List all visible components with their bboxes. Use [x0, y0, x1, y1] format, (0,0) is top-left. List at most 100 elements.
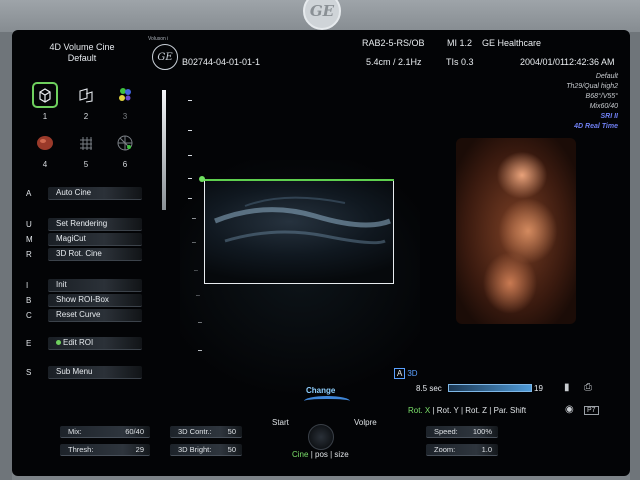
change-label: Change [306, 386, 336, 395]
show-roi-box-button[interactable]: Show ROI-Box [48, 294, 142, 307]
printer-icon: ⎙ [584, 382, 592, 393]
date-label: 2004/01/01 [520, 57, 566, 67]
auto-cine-button[interactable]: Auto Cine [48, 187, 142, 200]
render-icon[interactable] [32, 130, 58, 156]
color-balls-icon[interactable] [112, 82, 138, 108]
acquisition-params: Default Th29/Qual high2 B68°/V55° Mix60/… [566, 72, 618, 132]
mi-value: MI 1.2 [447, 38, 473, 48]
volpre-label[interactable]: Volpre [354, 418, 377, 427]
render-start-handle[interactable] [199, 176, 205, 182]
3d-contrast-label: 3D Contr.: [178, 427, 212, 436]
menu-key-u: U [26, 220, 32, 229]
manufacturer-label: GE Healthcare [482, 38, 542, 48]
time-label: 12:42:36 AM [564, 57, 615, 67]
ultrasound-screen: 4D Volume Cine Default Voluson i GE B027… [12, 30, 630, 476]
icon-num-6: 6 [122, 160, 128, 169]
render-direction-line[interactable] [202, 179, 394, 181]
magicut-button[interactable]: MagiCut [48, 233, 142, 246]
speed-control[interactable]: Speed: 100% [426, 426, 498, 438]
voluson-logo: Voluson i GE [148, 36, 182, 70]
cine-progress-bar[interactable] [448, 384, 532, 392]
menu-key-m: M [26, 235, 33, 244]
param-angles: B68°/V55° [585, 93, 618, 100]
depth-tick [188, 155, 192, 156]
menu-key-c: C [26, 311, 32, 320]
probe-icon: ▮ [564, 382, 570, 393]
3d-brightness-label: 3D Bright: [178, 445, 212, 454]
cube-icon[interactable] [32, 82, 58, 108]
3d-brightness-control[interactable]: 3D Bright: 50 [170, 444, 242, 456]
icon-num-2: 2 [83, 112, 89, 121]
rotation-row: Rot. X | Rot. Y | Rot. Z | Par. Shift [408, 406, 526, 415]
view-toggle-3d[interactable]: 3D [405, 369, 419, 378]
speed-label: Speed: [434, 427, 458, 436]
grid-icon[interactable] [73, 130, 99, 156]
menu-key-i: I [26, 281, 29, 290]
depth-frequency: 5.4cm / 2.1Hz [366, 57, 422, 67]
zoom-control[interactable]: Zoom: 1.0 [426, 444, 498, 456]
cine-mode-label[interactable]: Cine [292, 450, 308, 459]
thresh-label: Thresh: [68, 445, 94, 454]
thresh-value: 29 [135, 445, 144, 454]
mode-title-line1: 4D Volume Cine [49, 42, 115, 52]
tis-value: TIs 0.3 [446, 57, 474, 67]
zoom-value: 1.0 [481, 445, 492, 454]
change-arc-icon[interactable] [304, 396, 350, 406]
view-toggle-a[interactable]: A [394, 368, 406, 379]
globe-grid-icon[interactable] [112, 130, 138, 156]
mix-label: Mix: [68, 427, 82, 436]
probe-label: RAB2-5-RS/OB [362, 38, 425, 48]
mix-value: 60/40 [125, 427, 144, 436]
mode-title-line2: Default [67, 53, 97, 63]
param-sri: SRI II [600, 113, 618, 120]
param-quality: Th29/Qual high2 [566, 83, 618, 90]
active-dot-icon [56, 340, 61, 346]
menu-key-s: S [26, 368, 32, 377]
menu-key-b: B [26, 296, 32, 305]
3d-contrast-control[interactable]: 3D Contr.: 50 [170, 426, 242, 438]
reset-curve-button[interactable]: Reset Curve [48, 309, 142, 322]
bmode-roi-box[interactable] [204, 180, 394, 284]
depth-tick [188, 100, 192, 101]
start-label[interactable]: Start [272, 418, 289, 427]
icon-num-3: 3 [122, 112, 128, 121]
sub-menu-button[interactable]: Sub Menu [48, 366, 142, 379]
depth-tick [188, 130, 192, 131]
init-button[interactable]: Init [48, 279, 142, 292]
edit-roi-label: Edit ROI [63, 338, 94, 347]
ge-small-logo-icon: GE [152, 44, 178, 70]
param-preset: Default [595, 73, 618, 80]
edit-roi-button[interactable]: Edit ROI [48, 337, 142, 350]
menu-key-r: R [26, 250, 32, 259]
size-mode-label[interactable]: | size [330, 450, 349, 459]
cine-frames: 19 [534, 384, 543, 393]
voluson-brand-label: Voluson i [148, 36, 169, 42]
view-toggle[interactable]: A 3D [394, 368, 420, 379]
monitor-bezel-right [630, 32, 640, 480]
pos-mode-label[interactable]: | pos [311, 450, 328, 459]
menu-key-a: A [26, 189, 32, 198]
set-rendering-button[interactable]: Set Rendering [48, 218, 142, 231]
3d-brightness-value: 50 [227, 445, 236, 454]
cine-time: 8.5 sec [416, 384, 442, 393]
gray-scale-bar [162, 90, 166, 210]
icon-num-1: 1 [42, 112, 48, 121]
trackball-dial-icon[interactable] [308, 424, 334, 450]
rot-y-label[interactable]: | Rot. Y [432, 406, 458, 415]
mix-control[interactable]: Mix: 60/40 [60, 426, 150, 438]
icon-num-4: 4 [42, 160, 48, 169]
3d-render-image [456, 138, 576, 324]
rot-cine-button[interactable]: 3D Rot. Cine [48, 248, 142, 261]
param-realtime: 4D Real Time [574, 123, 618, 130]
thresh-control[interactable]: Thresh: 29 [60, 444, 150, 456]
menu-key-e: E [26, 339, 32, 348]
rot-z-label[interactable]: | Rot. Z [461, 406, 487, 415]
p7-icon: P7 [584, 406, 599, 415]
rot-x-label[interactable]: Rot. X [408, 406, 430, 415]
bmode-image [214, 196, 391, 245]
par-shift-label[interactable]: | Par. Shift [489, 406, 526, 415]
slice-icon[interactable] [73, 82, 99, 108]
speed-value: 100% [472, 427, 492, 436]
target-icon: ◉ [565, 404, 574, 415]
mode-title: 4D Volume Cine Default [22, 42, 142, 64]
